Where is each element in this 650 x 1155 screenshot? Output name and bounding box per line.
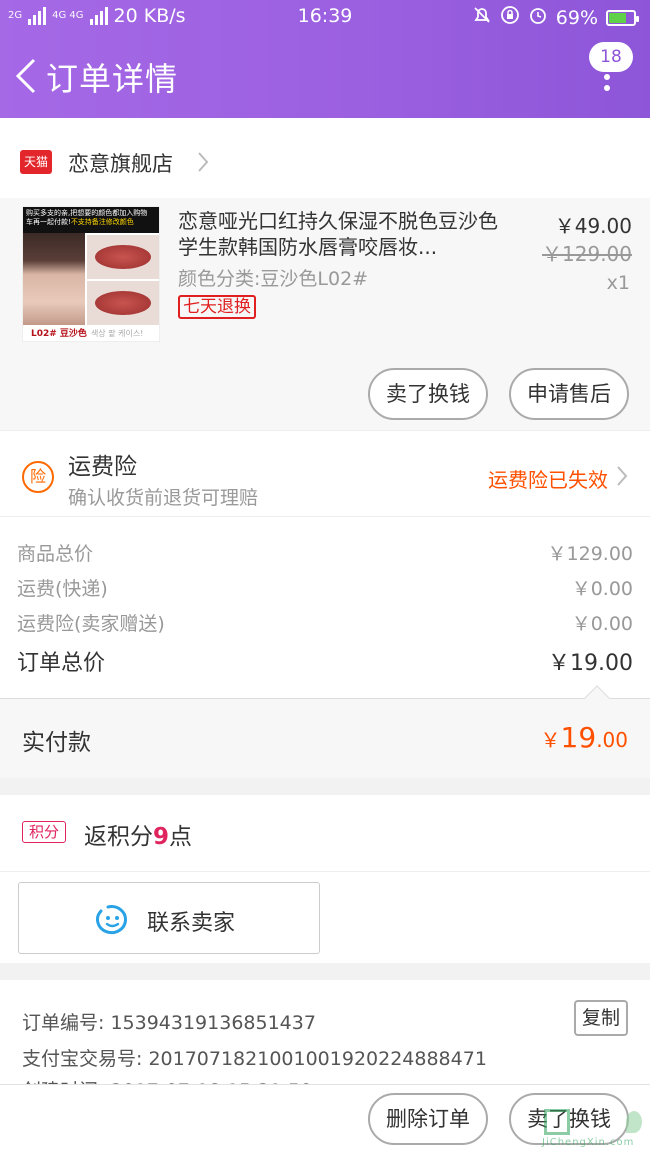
product-price: ￥49.00 [554,214,632,238]
price-row-order-total: 订单总价 ￥19.00 [17,643,633,676]
chevron-right-icon [198,152,209,172]
product-spec: 颜色分类:豆沙色L02# [178,268,369,290]
insurance-subtitle: 确认收货前退货可理赔 [68,487,259,509]
status-bar: 2G 4G 4G 20 KB/s 16:39 69% [0,0,650,34]
thumbnail-banner-highlight: 不支持备注修改颜色 [70,218,134,226]
insurance-status: 运费险已失效 [488,468,608,492]
price-row-value: ￥129.00 [547,543,633,565]
paid-label: 实付款 [22,730,91,756]
price-row-goods: 商品总价 ￥129.00 [17,537,633,567]
message-count-badge[interactable]: 18 [589,42,633,72]
apply-after-sale-button[interactable]: 申请售后 [509,368,629,420]
order-number: 订单编号: 15394319136851437 [22,1012,316,1034]
rotation-lock-icon [500,5,520,30]
price-row-label: 运费险(卖家赠送) [17,613,165,635]
order-info: 订单编号: 15394319136851437 复制 支付宝交易号: 20170… [0,980,650,1090]
points-tag: 积分 [22,821,66,843]
back-arrow-icon[interactable] [12,56,40,96]
copy-order-number-button[interactable]: 复制 [574,1000,628,1036]
product-item[interactable]: 购买多支的亲,把想要的颜色都加入购物 车再一起付款!不支持备注修改颜色 L02#… [0,198,650,430]
contact-seller-button[interactable]: 联系卖家 [18,882,320,954]
page-header: 订单详情 18 [0,34,650,118]
product-title: 恋意哑光口红持久保湿不脱色豆沙色学生款韩国防水唇膏咬唇妆... [178,209,498,259]
price-row-shipping: 运费(快递) ￥0.00 [17,572,633,602]
thumbnail-shade-label: L02# 豆沙色 색상 팥 케이스! [23,325,159,341]
battery-icon [606,9,639,26]
shipping-insurance-row[interactable]: 险 运费险 确认收货前退货可理赔 运费险已失效 [0,430,650,516]
price-row-insurance: 运费险(卖家赠送) ￥0.00 [17,607,633,637]
lip-swatch-image [87,235,159,279]
chevron-right-icon [617,466,628,486]
product-original-price: ￥129.00 [542,242,632,266]
alarm-icon [528,5,548,30]
thumbnail-banner: 购买多支的亲,把想要的颜色都加入购物 车再一起付款!不支持备注修改颜色 [23,207,159,233]
store-row[interactable]: 天猫 恋意旗舰店 [0,118,650,198]
paid-amount-row: 实付款 ￥19.00 [0,698,650,778]
more-menu-icon[interactable] [602,74,612,96]
paid-amount: ￥19.00 [540,721,628,754]
sell-for-cash-button[interactable]: 卖了换钱 [368,368,488,420]
points-text: 返积分9点 [84,824,193,850]
lip-swatch-image-2 [87,281,159,325]
delete-order-button[interactable]: 删除订单 [368,1093,488,1145]
battery-percent: 69% [555,6,598,29]
contact-seller-label: 联系卖家 [147,911,236,936]
product-thumbnail[interactable]: 购买多支的亲,把想要的颜色都加入购物 车再一起付款!不支持备注修改颜色 L02#… [22,206,160,342]
price-row-value: ￥0.00 [571,613,633,635]
points-value: 9 [153,824,170,850]
status-right: 69% [472,5,639,30]
order-total-label: 订单总价 [17,651,106,676]
insurance-title: 运费险 [68,454,137,480]
insurance-icon: 险 [22,461,54,493]
site-watermark: JiChengXin.com [528,1105,648,1153]
return-policy-tag: 七天退换 [178,295,256,319]
product-quantity: x1 [606,272,630,294]
alipay-transaction-number: 支付宝交易号: 2017071821001001920224888471 [22,1048,487,1070]
mute-icon [472,5,492,30]
price-details: 商品总价 ￥129.00 运费(快递) ￥0.00 运费险(卖家赠送) ￥0.0… [0,516,650,698]
price-row-value: ￥0.00 [571,578,633,600]
price-row-label: 商品总价 [17,543,94,565]
order-total-value: ￥19.00 [548,651,633,676]
page-title: 订单详情 [46,60,179,98]
store-name: 恋意旗舰店 [68,152,173,176]
bottom-action-bar: 删除订单 卖了换钱 JiChengXin.com [0,1084,650,1155]
battery-fill [609,12,626,23]
points-row: 积分 返积分9点 [0,795,650,871]
price-row-label: 运费(快递) [17,578,108,600]
watermark-text: JiChengXin.com [542,1137,635,1148]
top-bar: 2G 4G 4G 20 KB/s 16:39 69% 订单详情 18 [0,0,650,118]
model-face-image [23,233,85,325]
tmall-logo-icon: 天猫 [20,150,52,174]
contact-area: 联系卖家 [0,871,650,963]
wangwang-chat-icon [96,905,127,935]
